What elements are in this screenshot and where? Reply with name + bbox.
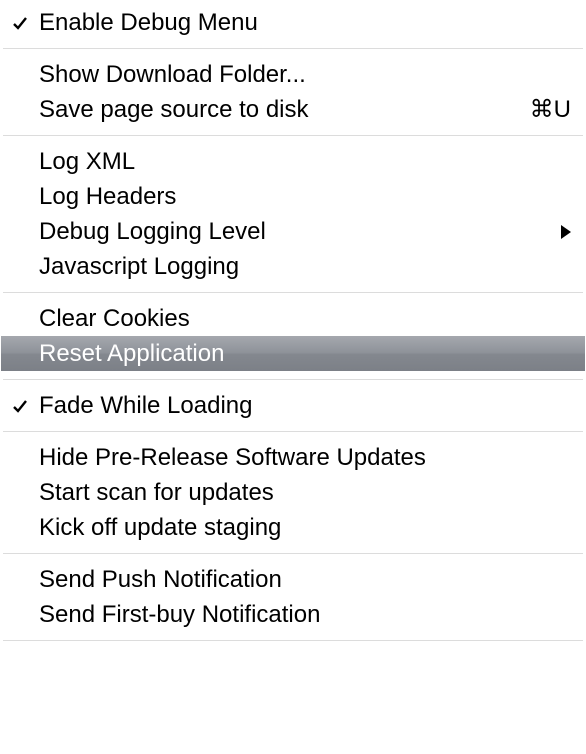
menu-item-send-first-buy-notification[interactable]: Send First-buy Notification bbox=[1, 597, 585, 632]
menu-item-label: Javascript Logging bbox=[39, 253, 571, 281]
menu-item-label: Start scan for updates bbox=[39, 479, 571, 507]
menu-separator bbox=[3, 553, 583, 554]
menu-item-label: Hide Pre-Release Software Updates bbox=[39, 444, 571, 472]
menu-item-fade-while-loading[interactable]: Fade While Loading bbox=[1, 388, 585, 423]
menu-item-start-scan-for-updates[interactable]: Start scan for updates bbox=[1, 475, 585, 510]
menu-separator bbox=[3, 431, 583, 432]
menu-separator bbox=[3, 135, 583, 136]
menu-item-debug-logging-level[interactable]: Debug Logging Level bbox=[1, 214, 585, 249]
debug-menu: Enable Debug Menu Show Download Folder..… bbox=[0, 0, 586, 650]
menu-item-show-download-folder[interactable]: Show Download Folder... bbox=[1, 57, 585, 92]
menu-separator bbox=[3, 379, 583, 380]
menu-item-label: Log Headers bbox=[39, 183, 571, 211]
menu-item-label: Clear Cookies bbox=[39, 305, 571, 333]
menu-item-send-push-notification[interactable]: Send Push Notification bbox=[1, 562, 585, 597]
menu-item-javascript-logging[interactable]: Javascript Logging bbox=[1, 249, 585, 284]
menu-item-enable-debug-menu[interactable]: Enable Debug Menu bbox=[1, 5, 585, 40]
menu-item-label: Enable Debug Menu bbox=[39, 9, 571, 37]
submenu-arrow-icon bbox=[551, 225, 571, 239]
menu-item-kick-off-update-staging[interactable]: Kick off update staging bbox=[1, 510, 585, 545]
menu-item-label: Send First-buy Notification bbox=[39, 601, 571, 629]
menu-separator bbox=[3, 292, 583, 293]
menu-item-reset-application[interactable]: Reset Application bbox=[1, 336, 585, 371]
menu-item-log-headers[interactable]: Log Headers bbox=[1, 179, 585, 214]
menu-item-label: Send Push Notification bbox=[39, 566, 571, 594]
menu-item-label: Log XML bbox=[39, 148, 571, 176]
menu-item-label: Kick off update staging bbox=[39, 514, 571, 542]
menu-separator bbox=[3, 640, 583, 641]
menu-item-log-xml[interactable]: Log XML bbox=[1, 144, 585, 179]
menu-item-label: Save page source to disk bbox=[39, 96, 520, 124]
menu-item-label: Reset Application bbox=[39, 340, 571, 368]
checkmark-icon bbox=[1, 398, 39, 414]
checkmark-icon bbox=[1, 15, 39, 31]
menu-item-save-page-source[interactable]: Save page source to disk ⌘U bbox=[1, 92, 585, 127]
menu-item-hide-pre-release-updates[interactable]: Hide Pre-Release Software Updates bbox=[1, 440, 585, 475]
menu-separator bbox=[3, 48, 583, 49]
menu-item-label: Fade While Loading bbox=[39, 392, 571, 420]
menu-item-clear-cookies[interactable]: Clear Cookies bbox=[1, 301, 585, 336]
menu-item-label: Show Download Folder... bbox=[39, 61, 571, 89]
menu-shortcut: ⌘U bbox=[520, 95, 571, 124]
menu-item-label: Debug Logging Level bbox=[39, 218, 551, 246]
